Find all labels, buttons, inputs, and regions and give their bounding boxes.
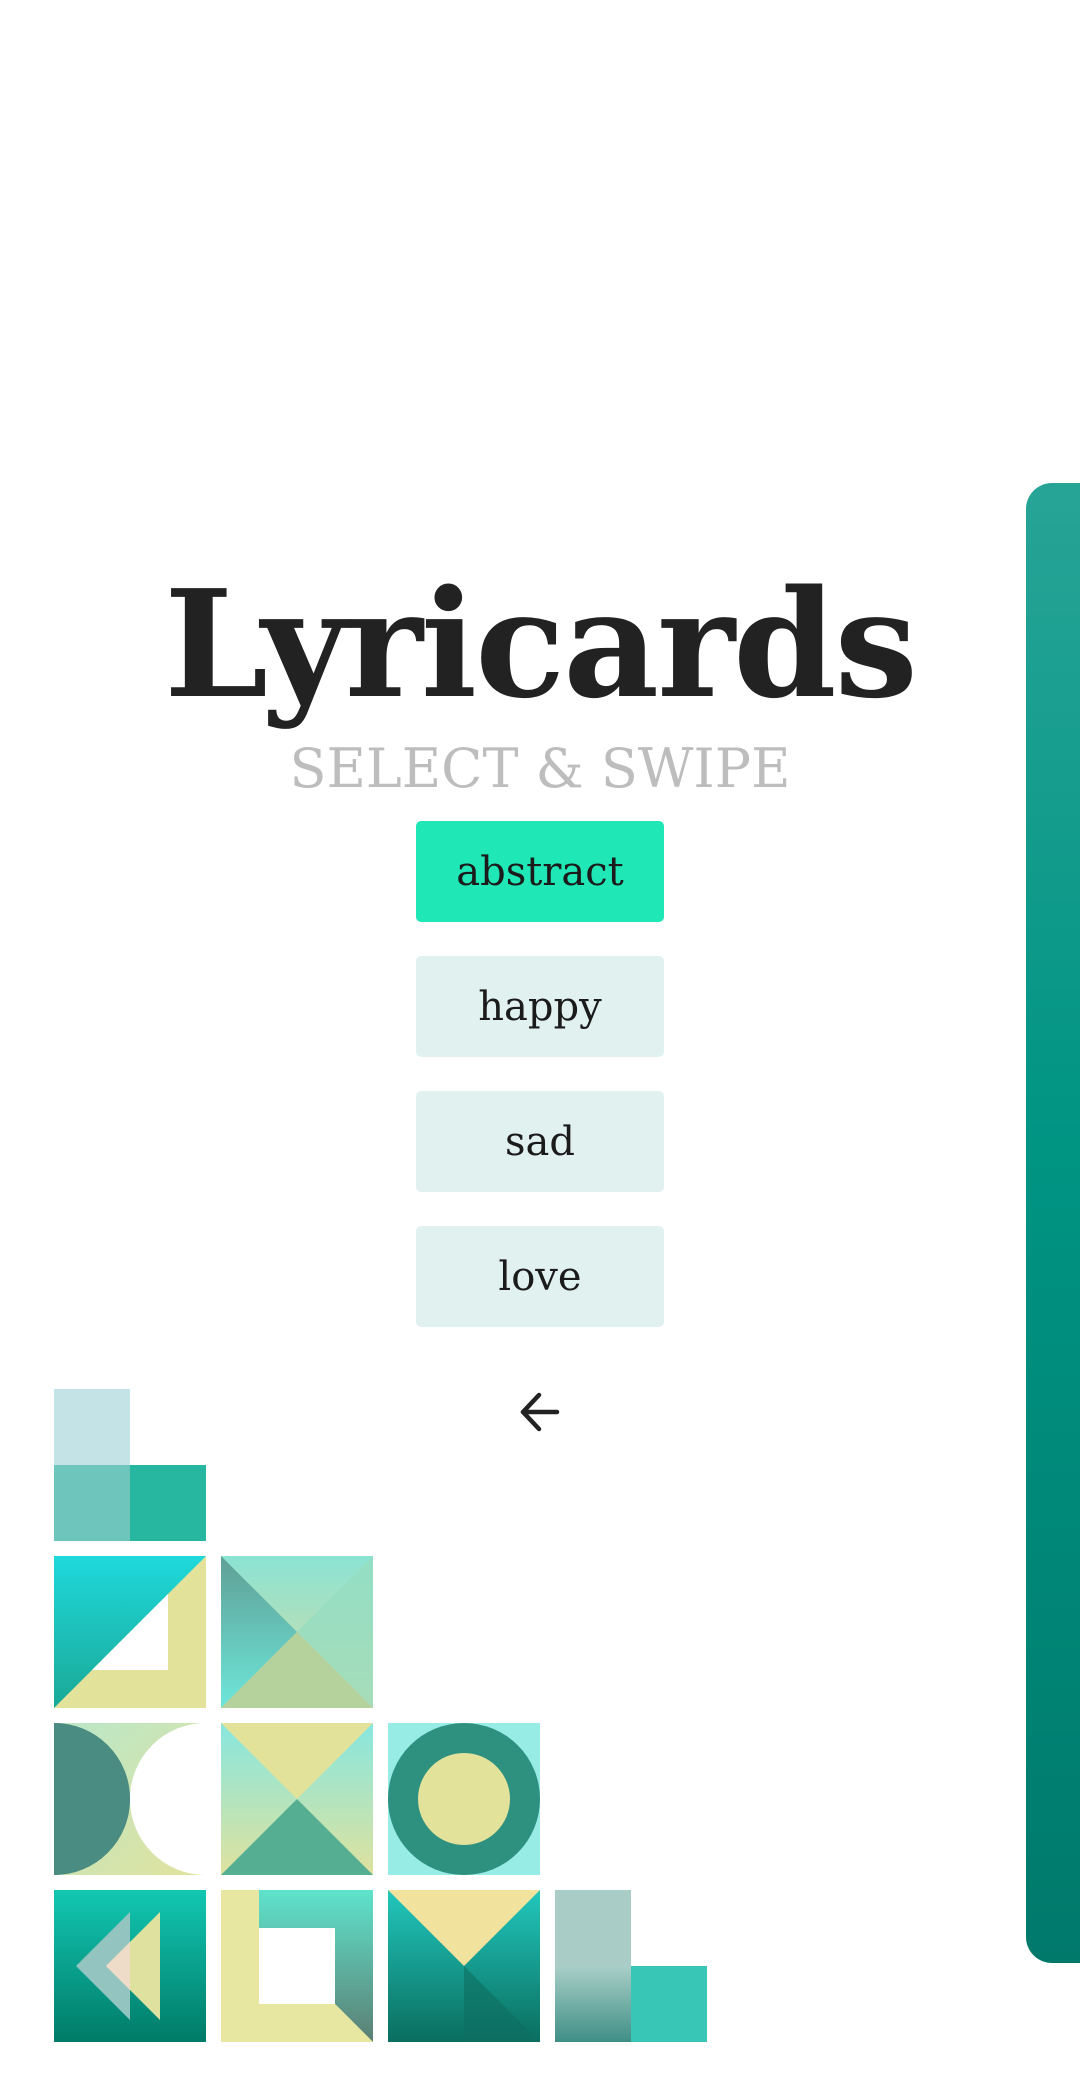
tile-triangle-frame bbox=[54, 1556, 206, 1708]
next-card-panel[interactable] bbox=[1026, 483, 1080, 1963]
tile-hourglass bbox=[221, 1556, 373, 1708]
arrow-left-icon[interactable] bbox=[513, 1385, 567, 1439]
tile-steps-2 bbox=[555, 1890, 707, 2042]
tile-steps-1 bbox=[54, 1389, 206, 1541]
tile-square-frame bbox=[221, 1890, 373, 2042]
category-button-abstract[interactable]: abstract bbox=[416, 821, 664, 922]
tile-ring bbox=[388, 1723, 540, 1875]
tile-bowtie bbox=[221, 1723, 373, 1875]
app-title: Lyricards bbox=[164, 557, 918, 731]
tile-valley bbox=[388, 1890, 540, 2042]
tile-half-circles bbox=[54, 1723, 206, 1875]
category-button-sad[interactable]: sad bbox=[416, 1091, 664, 1192]
tile-rewind-arrows bbox=[54, 1890, 206, 2042]
app-subtitle: SELECT & SWIPE bbox=[289, 737, 791, 800]
category-button-love[interactable]: love bbox=[416, 1226, 664, 1327]
category-button-happy[interactable]: happy bbox=[416, 956, 664, 1057]
